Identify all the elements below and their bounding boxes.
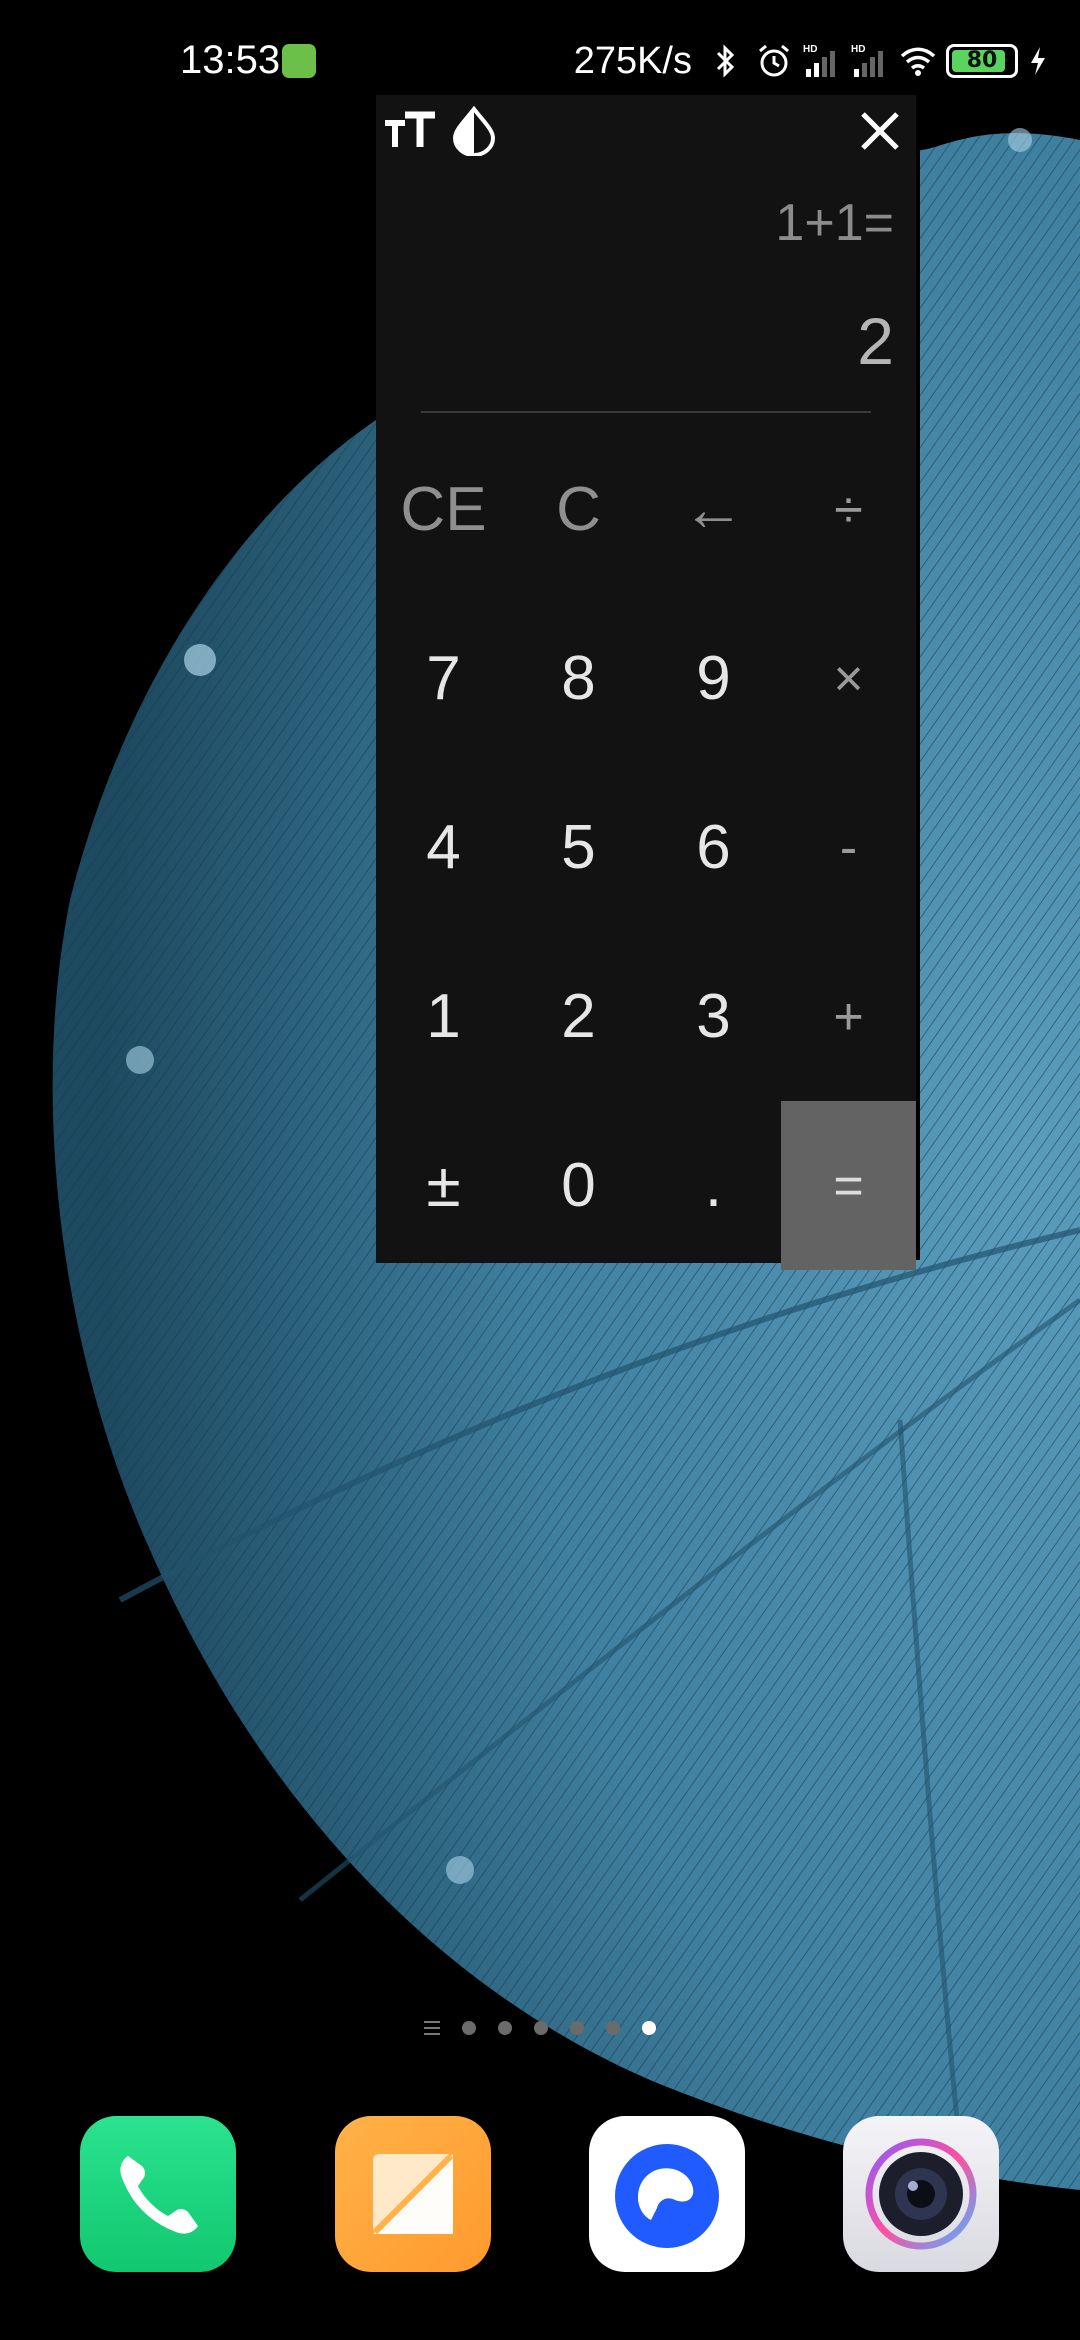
digit-7-key[interactable]: 7: [376, 594, 511, 763]
clear-key[interactable]: C: [511, 425, 646, 594]
text-size-icon[interactable]: [382, 103, 438, 159]
wifi-icon: [900, 47, 936, 76]
page-dot[interactable]: [498, 2021, 512, 2035]
page-dot[interactable]: [462, 2021, 476, 2035]
digit-9-key[interactable]: 9: [646, 594, 781, 763]
keypad: CE C ← ÷ 7 8 9 × 4 5 6- 1 2 3 + ±0. =: [376, 425, 916, 1270]
clear-entry-key[interactable]: CE: [376, 425, 511, 594]
page-dot[interactable]: [534, 2021, 548, 2035]
subtract-key[interactable]: -: [781, 763, 916, 932]
page-dot[interactable]: [570, 2021, 584, 2035]
divide-key[interactable]: ÷: [781, 425, 916, 594]
add-key[interactable]: +: [781, 932, 916, 1101]
digit-5-key[interactable]: 5: [511, 763, 646, 932]
notes-app-icon[interactable]: [335, 2116, 491, 2272]
page-indicator: [0, 2016, 1080, 2040]
page-dot-active[interactable]: [642, 2021, 656, 2035]
multiply-key[interactable]: ×: [781, 594, 916, 763]
alarm-icon: [759, 44, 789, 77]
display-divider: [421, 411, 871, 413]
digit-4-key[interactable]: 4: [376, 763, 511, 932]
battery-level: 80: [966, 48, 998, 73]
bluetooth-icon: [716, 44, 735, 78]
status-indicators: 275K/s HD HD 80: [574, 36, 1050, 86]
equals-key[interactable]: =: [781, 1101, 916, 1270]
battery-icon: 80: [946, 44, 1018, 78]
negate-key[interactable]: ±: [376, 1101, 511, 1270]
page-dot[interactable]: [606, 2021, 620, 2035]
svg-text:HD: HD: [851, 44, 865, 55]
notification-app-icon: [282, 44, 316, 78]
browser-app-icon[interactable]: [589, 2116, 745, 2272]
menu-lines-icon[interactable]: [424, 2021, 440, 2035]
camera-app-icon[interactable]: [843, 2116, 999, 2272]
network-speed: 275K/s: [573, 39, 692, 82]
digit-2-key[interactable]: 2: [511, 932, 646, 1101]
digit-8-key[interactable]: 8: [511, 594, 646, 763]
charging-icon: [1031, 47, 1045, 75]
calculator-toolbar: [376, 95, 916, 165]
digit-6-key[interactable]: 6: [646, 763, 781, 932]
hd-signal-icon: HD: [803, 44, 835, 77]
result-display: 2: [857, 304, 894, 378]
digit-0-key[interactable]: 0: [511, 1101, 646, 1270]
expression-display: 1+1=: [775, 194, 894, 252]
svg-text:HD: HD: [803, 44, 817, 55]
decimal-key[interactable]: .: [646, 1101, 781, 1270]
hd-signal-icon: HD: [851, 44, 883, 77]
status-time: 13:53: [180, 38, 281, 82]
close-icon[interactable]: [852, 103, 908, 159]
phone-app-icon[interactable]: [80, 2116, 236, 2272]
digit-3-key[interactable]: 3: [646, 932, 781, 1101]
backspace-key[interactable]: ←: [646, 425, 781, 594]
calculator-window: 1+1= 2 CE C ← ÷ 7 8 9 × 4 5 6-1 2 3 + ±0. =: [376, 95, 916, 1270]
digit-1-key[interactable]: 1: [376, 932, 511, 1101]
theme-drop-icon[interactable]: [446, 103, 502, 159]
